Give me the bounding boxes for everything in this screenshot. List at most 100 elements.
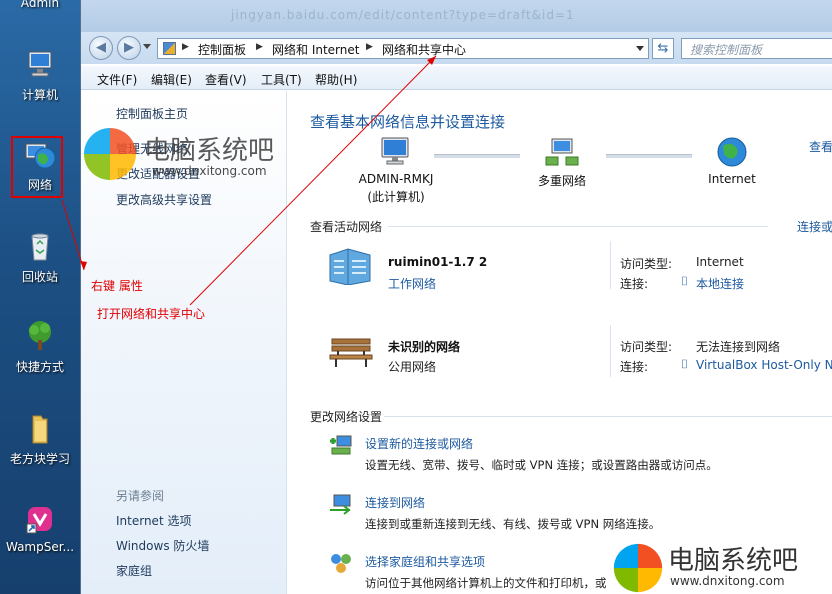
network-2-type: 公用网络 (388, 360, 437, 374)
link-connect-or-disconnect[interactable]: 连接或 (797, 218, 832, 235)
watermark-bottom-text: 电脑系统吧 (668, 546, 799, 576)
page-title: 查看基本网络信息并设置连接 (310, 113, 506, 131)
connect-network-icon (330, 494, 351, 515)
desktop-icon-computer[interactable]: 计算机 (0, 48, 80, 103)
watermark-logo-icon (84, 128, 136, 180)
section-rule (384, 416, 832, 417)
menu-tools[interactable]: 工具(T) (261, 71, 302, 88)
desktop-user-label: Admin (20, 0, 60, 10)
network-sharing-center-window: jingyan.baidu.com/edit/content?type=draf… (80, 0, 832, 594)
link-advanced-sharing[interactable]: 更改高级共享设置 (116, 191, 212, 208)
link-control-panel-home[interactable]: 控制面板主页 (116, 105, 188, 122)
change-settings-label: 更改网络设置 (310, 410, 383, 424)
computer-subtitle: (此计算机) (367, 190, 425, 204)
network-1-name: ruimin01-1.7 2 (388, 255, 488, 269)
desktop-icon-folder[interactable]: 老方块学习 (0, 412, 80, 467)
breadcrumb-control-panel[interactable]: 控制面板 (198, 41, 246, 58)
back-button[interactable]: ◀ (89, 36, 113, 60)
network-2-access-value: 无法连接到网络 (696, 340, 781, 354)
desktop: Admin 计算机 网络 回收站 快捷方式 老方块学习 WampSer... (0, 0, 80, 594)
navigation-bar: ◀ ▶ ▶ 控制面板 ▶ 网络和 Internet ▶ 网络和共享中心 ⇆ 搜索… (81, 32, 832, 64)
office-building-icon (329, 248, 371, 285)
recent-pages-dropdown-icon[interactable] (143, 44, 151, 49)
watermark-bottom-url: www.dnxitong.com (670, 574, 785, 588)
menu-edit[interactable]: 编辑(E) (151, 71, 192, 88)
breadcrumb-arrow-icon[interactable]: ▶ (366, 42, 373, 52)
network-1-connection-link[interactable]: 本地连接 (696, 275, 744, 292)
task-homegroup-sharing[interactable]: 选择家庭组和共享选项 (365, 553, 485, 570)
map-connector-line (434, 154, 520, 158)
forward-button[interactable]: ▶ (117, 36, 141, 60)
network-1-connection-label: 连接: (620, 277, 649, 291)
network-2-connection-link[interactable]: VirtualBox Host-Only N (696, 358, 832, 372)
internet-globe-icon (717, 137, 747, 167)
link-windows-firewall[interactable]: Windows 防火墙 (116, 537, 209, 554)
refresh-button[interactable]: ⇆ (652, 38, 674, 59)
task-setup-new-connection[interactable]: 设置新的连接或网络 (365, 435, 473, 452)
folder-icon (32, 415, 48, 444)
control-panel-icon (163, 42, 176, 55)
multiple-networks-icon (545, 138, 579, 166)
menu-view[interactable]: 查看(V) (205, 71, 247, 88)
faded-background-url: jingyan.baidu.com/edit/content?type=draf… (231, 8, 575, 22)
network-1-access-label: 访问类型: (620, 257, 673, 271)
network-1-type-link[interactable]: 工作网络 (388, 275, 436, 292)
annotation-open-sharing-center: 打开网络和共享中心 (97, 307, 206, 321)
desktop-icon-shortcut[interactable]: 快捷方式 (0, 320, 80, 375)
network-2-connection-label: 连接: (620, 360, 649, 374)
tree-shortcut-icon (29, 321, 51, 350)
section-rule (388, 226, 768, 227)
watermark-top-text: 电脑系统吧 (144, 136, 275, 166)
breadcrumb-sharing-center[interactable]: 网络和共享中心 (382, 41, 466, 58)
task-setup-new-connection-desc: 设置无线、宽带、拨号、临时或 VPN 连接；或设置路由器或访问点。 (365, 458, 718, 472)
network-2-name: 未识别的网络 (388, 340, 461, 354)
annotation-right-click: 右键 属性 (91, 279, 143, 293)
map-connector-line (606, 154, 692, 158)
internet-label: Internet (708, 172, 756, 186)
address-bar[interactable]: ▶ 控制面板 ▶ 网络和 Internet ▶ 网络和共享中心 (157, 38, 649, 59)
link-homegroup[interactable]: 家庭组 (116, 562, 152, 579)
link-view-full-map[interactable]: 查看 (809, 138, 832, 155)
network-1-divider (610, 241, 611, 289)
breadcrumb-arrow-icon[interactable]: ▶ (182, 42, 189, 52)
breadcrumb-arrow-icon[interactable]: ▶ (256, 42, 263, 52)
link-internet-options[interactable]: Internet 选项 (116, 512, 191, 529)
watermark-top-url: www.dnxitong.com (152, 164, 267, 178)
title-bar: jingyan.baidu.com/edit/content?type=draf… (81, 0, 832, 34)
see-also-heading: 另请参阅 (116, 489, 165, 503)
computer-icon (28, 51, 52, 77)
homegroup-icon (331, 554, 351, 573)
task-connect-to-network[interactable]: 连接到网络 (365, 494, 425, 511)
breadcrumb-network-internet[interactable]: 网络和 Internet (272, 41, 359, 58)
map-node-computer: ADMIN-RMKJ (此计算机) (346, 135, 446, 205)
network-1-access-value: Internet (696, 255, 744, 269)
main-content: 查看基本网络信息并设置连接 查看 ADMIN-RMKJ (此计算机) 多重网络 (288, 91, 832, 594)
desktop-icon-recycle-bin[interactable]: 回收站 (0, 230, 80, 285)
computer-name: ADMIN-RMKJ (358, 172, 434, 186)
ethernet-plug-icon: ⌷ (681, 274, 689, 288)
watermark-bottom: 电脑系统吧 www.dnxitong.com (612, 542, 832, 594)
network-2-divider (610, 325, 611, 377)
multiple-networks-label: 多重网络 (537, 174, 586, 188)
task-connect-to-network-desc: 连接到或重新连接到无线、有线、拨号或 VPN 网络连接。 (365, 517, 661, 531)
task-homegroup-sharing-desc: 访问位于其他网络计算机上的文件和打印机，或 (365, 576, 607, 590)
map-node-internet: Internet (692, 135, 772, 186)
menu-file[interactable]: 文件(F) (97, 71, 137, 88)
active-networks-label: 查看活动网络 (310, 220, 383, 234)
address-dropdown-icon[interactable] (636, 46, 644, 51)
search-input[interactable]: 搜索控制面板 (681, 38, 832, 59)
network-2-access-label: 访问类型: (620, 340, 673, 354)
park-bench-icon (329, 338, 373, 367)
menu-bar: 文件(F) 编辑(E) 查看(V) 工具(T) 帮助(H) (81, 66, 832, 90)
wampserver-icon (26, 507, 52, 534)
computer-icon (381, 137, 409, 165)
new-connection-icon (330, 435, 352, 455)
watermark-logo-icon (613, 543, 663, 593)
network-globe-icon (25, 143, 56, 169)
desktop-icon-network[interactable]: 网络 (0, 138, 80, 193)
ethernet-plug-icon: ⌷ (681, 357, 689, 371)
menu-help[interactable]: 帮助(H) (315, 71, 357, 88)
watermark-top: 电脑系统吧 www.dnxitong.com (82, 126, 312, 186)
map-node-multiple-networks: 多重网络 (522, 135, 602, 189)
desktop-icon-wampserver[interactable]: WampSer... (0, 502, 80, 554)
